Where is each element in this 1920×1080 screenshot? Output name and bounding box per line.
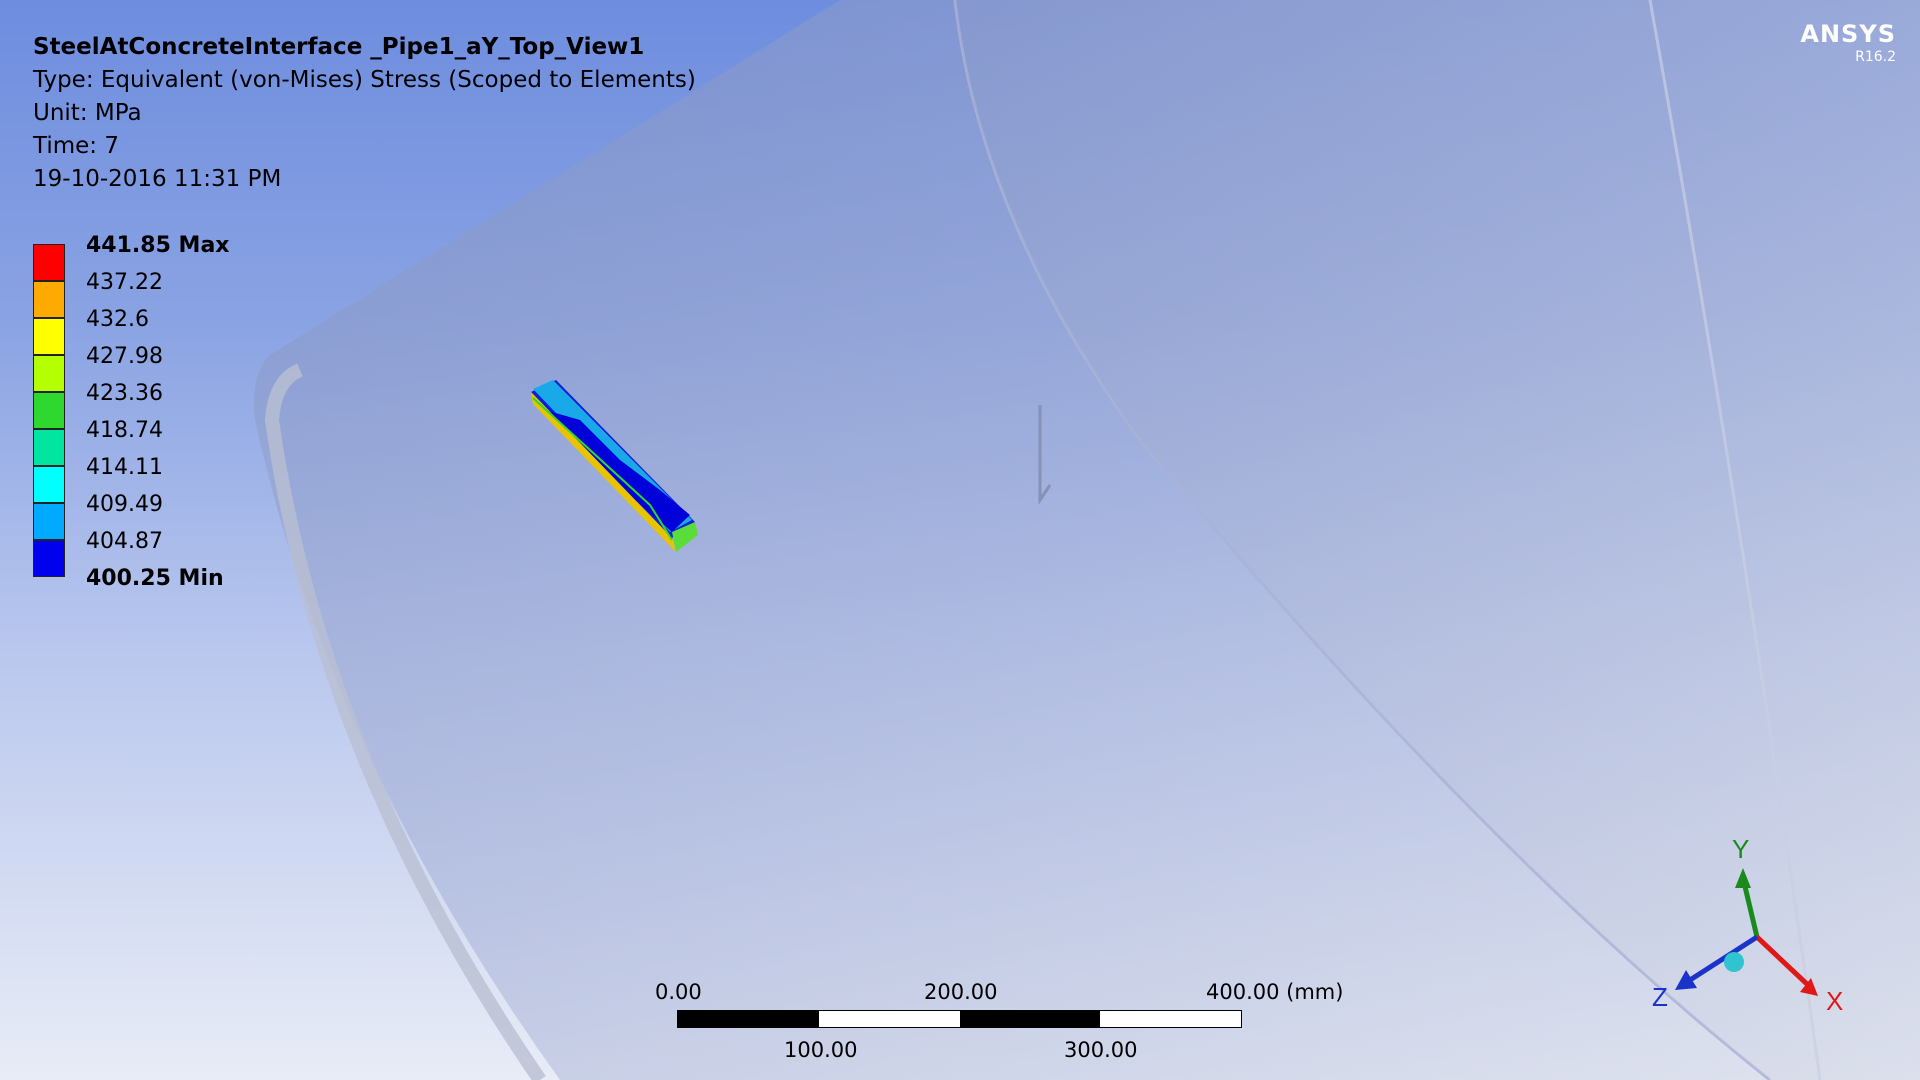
scale-bar bbox=[677, 1010, 1242, 1028]
scale-segment bbox=[1100, 1011, 1241, 1027]
legend-max-label: 441.85 Max bbox=[86, 233, 230, 258]
legend-swatch bbox=[33, 355, 65, 392]
legend-label: 418.74 bbox=[86, 418, 163, 443]
legend-label: 414.11 bbox=[86, 455, 163, 480]
legend-swatch bbox=[33, 281, 65, 318]
legend-swatch bbox=[33, 466, 65, 503]
result-type: Type: Equivalent (von-Mises) Stress (Sco… bbox=[33, 67, 696, 93]
scale-label-400: 400.00 (mm) bbox=[1206, 980, 1344, 1004]
brand-version: R16.2 bbox=[1855, 49, 1896, 65]
legend-min-label: 400.25 Min bbox=[86, 566, 224, 591]
scale-label-300: 300.00 bbox=[1064, 1038, 1138, 1062]
result-time: Time: 7 bbox=[33, 133, 119, 159]
legend-label: 404.87 bbox=[86, 529, 163, 554]
triad-x-label: X bbox=[1826, 986, 1844, 1016]
scale-label-200: 200.00 bbox=[924, 980, 998, 1004]
legend-label: 427.98 bbox=[86, 344, 163, 369]
legend-label: 423.36 bbox=[86, 381, 163, 406]
legend-swatch bbox=[33, 244, 65, 281]
graphics-viewport[interactable]: SteelAtConcreteInterface _Pipe1_aY_Top_V… bbox=[0, 0, 1920, 1080]
scale-segment bbox=[818, 1011, 960, 1027]
ansys-logo: ANSYS R16.2 bbox=[1800, 22, 1896, 64]
legend-swatch bbox=[33, 540, 65, 577]
scale-label-100: 100.00 bbox=[784, 1038, 858, 1062]
legend-label: 409.49 bbox=[86, 492, 163, 517]
legend-label: 437.22 bbox=[86, 270, 163, 295]
result-datetime: 19-10-2016 11:31 PM bbox=[33, 166, 282, 192]
triad-y-label: Y bbox=[1732, 834, 1750, 864]
result-unit: Unit: MPa bbox=[33, 100, 142, 126]
legend-swatch bbox=[33, 392, 65, 429]
model-geometry[interactable] bbox=[0, 0, 1920, 1080]
triad-z-label: Z bbox=[1652, 982, 1668, 1012]
scale-segment bbox=[959, 1011, 1101, 1027]
scale-label-0: 0.00 bbox=[655, 980, 702, 1004]
brand-name: ANSYS bbox=[1800, 20, 1896, 48]
result-title: SteelAtConcreteInterface _Pipe1_aY_Top_V… bbox=[33, 34, 645, 60]
legend-label: 432.6 bbox=[86, 307, 149, 332]
legend-swatch bbox=[33, 318, 65, 355]
legend-swatch bbox=[33, 429, 65, 466]
legend-swatch bbox=[33, 503, 65, 540]
scale-segment bbox=[678, 1011, 819, 1027]
